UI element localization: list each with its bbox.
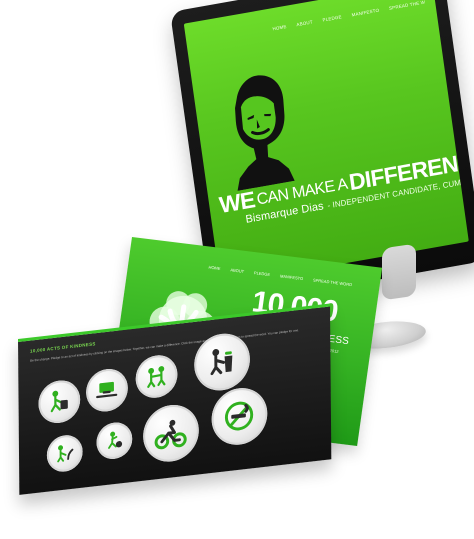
card-navigation: HOME ABOUT PLEDGE MANIFESTO SPREAD THE W… [208, 265, 352, 288]
card-nav-manifesto[interactable]: MANIFESTO [280, 273, 304, 281]
monitor-screen: HOME ABOUT PLEDGE MANIFESTO SPREAD THE W… [183, 0, 469, 286]
laptop-icon[interactable] [85, 366, 129, 414]
card-nav-home[interactable]: HOME [208, 265, 221, 271]
no-smoking-icon[interactable] [211, 385, 268, 448]
pledge-icons [30, 330, 317, 488]
card-nav-spread-word[interactable]: SPREAD THE WORD [313, 277, 353, 287]
product-mockup: HOME ABOUT PLEDGE MANIFESTO SPREAD THE W… [0, 0, 474, 539]
monitor-navigation: HOME ABOUT PLEDGE MANIFESTO SPREAD THE W [272, 0, 425, 31]
card-nav-pledge[interactable]: PLEDGE [254, 270, 271, 277]
pledge-card: 10,000 ACTS OF KINDNESS Be the change. P… [18, 303, 332, 495]
bicycle-icon[interactable] [142, 401, 200, 465]
teamwork-icon[interactable] [135, 353, 178, 401]
monitor-nav-about[interactable]: ABOUT [296, 19, 313, 27]
monitor-nav-manifesto[interactable]: MANIFESTO [351, 8, 379, 18]
card-nav-about[interactable]: ABOUT [230, 267, 244, 274]
sports-icon[interactable] [96, 420, 133, 461]
monitor-neck [382, 243, 416, 301]
monitor-nav-home[interactable]: HOME [272, 24, 287, 31]
candidate-portrait [213, 62, 306, 192]
monitor-nav-spread-word[interactable]: SPREAD THE W [389, 0, 426, 11]
monitor-nav-pledge[interactable]: PLEDGE [322, 14, 342, 22]
cleanup-icon[interactable] [38, 378, 81, 426]
planting-icon[interactable] [46, 433, 83, 474]
